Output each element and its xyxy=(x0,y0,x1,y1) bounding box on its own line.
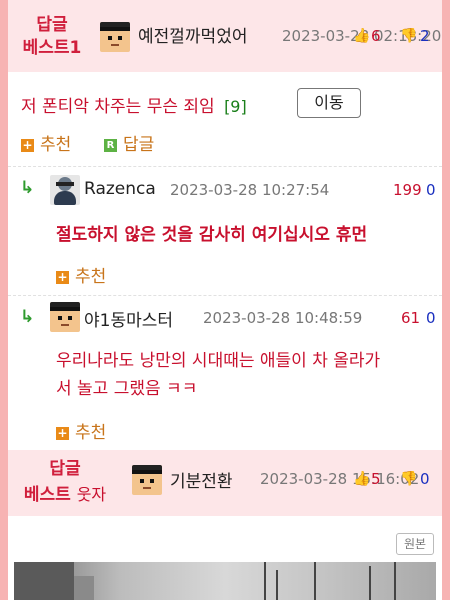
reply-down-count: 0 xyxy=(426,181,436,199)
thumb-down-icon-glyph: 👎 xyxy=(400,28,418,44)
avatar[interactable] xyxy=(50,302,80,332)
avatar[interactable] xyxy=(132,465,162,495)
thumb-down-icon-glyph: 👎 xyxy=(400,471,418,487)
recommend-label: 추천 xyxy=(40,135,72,155)
reply-up-count: 199 xyxy=(393,181,422,199)
reply-date: 2023-03-28 10:27:54 xyxy=(170,181,330,199)
best-date: 2023-03-28 15:16:02 xyxy=(260,470,420,488)
avatar[interactable] xyxy=(100,22,130,52)
recommend-button[interactable]: + 추천 xyxy=(56,418,106,443)
thumb-up-icon-glyph: 👍 xyxy=(353,28,371,44)
divider xyxy=(8,166,442,167)
post-title-text[interactable]: 저 폰티악 차주는 무슨 죄임 xyxy=(21,97,215,117)
thumb-up-icon[interactable]: 👍 xyxy=(353,471,370,487)
reply-button[interactable]: R 답글 xyxy=(104,130,154,155)
thumb-down-icon[interactable]: 👎 xyxy=(400,471,417,487)
best-label-line1: 답글 xyxy=(36,15,68,35)
best-label-extra: 웃자 xyxy=(76,485,107,504)
reply-text-line2: 서 놀고 그랬음 ㅋㅋ xyxy=(56,379,198,399)
reply-up-count: 61 xyxy=(401,309,421,327)
reply-arrow-icon: ↳ xyxy=(20,178,35,198)
original-image-button[interactable]: 원본 xyxy=(396,533,434,555)
avatar[interactable] xyxy=(50,175,80,205)
reply-nickname[interactable]: 야1동마스터 xyxy=(84,306,173,331)
recommend-button[interactable]: + 추천 xyxy=(56,262,106,287)
plus-icon: + xyxy=(56,269,69,284)
reply-text: 우리나라도 낭만의 시대때는 애들이 차 올라가 서 놀고 그랬음 ㅋㅋ xyxy=(56,347,380,403)
best-label: 답글 베스트 웃자 xyxy=(20,456,110,508)
best-down-count: 0 xyxy=(420,470,430,488)
best-label: 답글 베스트1 xyxy=(20,14,84,60)
recommend-label: 추천 xyxy=(75,267,107,287)
reply-arrow-icon: ↳ xyxy=(20,307,35,327)
post-title[interactable]: 저 폰티악 차주는 무슨 죄임 [9] xyxy=(21,92,247,117)
comment-panel: 답글 베스트1 예전껄까먹었어 2023-03-28 02:13:20 👍 6 … xyxy=(8,0,442,600)
reply-down-count: 0 xyxy=(426,309,436,327)
reply-nickname[interactable]: Razenca xyxy=(84,179,156,199)
reply-text-line1: 우리나라도 낭만의 시대때는 애들이 차 올라가 xyxy=(56,351,381,371)
thumb-up-icon-glyph: 👍 xyxy=(353,471,371,487)
thumb-down-icon[interactable]: 👎 xyxy=(400,28,417,44)
recommend-label: 추천 xyxy=(75,423,107,443)
attached-photo[interactable] xyxy=(14,562,436,600)
best-down-count: 2 xyxy=(420,27,430,45)
best-nickname[interactable]: 예전껄까먹었어 xyxy=(138,22,247,47)
reply-text: 절도하지 않은 것을 감사히 여기십시오 휴먼 xyxy=(56,225,368,245)
thumb-up-icon[interactable]: 👍 xyxy=(353,28,370,44)
comment-count: [9] xyxy=(224,97,247,116)
plus-icon: + xyxy=(21,137,34,152)
recommend-button[interactable]: + 추천 xyxy=(21,130,71,155)
divider xyxy=(8,295,442,296)
best-label-line1: 답글 xyxy=(49,459,81,479)
best-nickname[interactable]: 기분전환 xyxy=(170,467,233,492)
reply-icon: R xyxy=(104,138,117,152)
reply-date: 2023-03-28 10:48:59 xyxy=(203,309,363,327)
reply-label: 답글 xyxy=(123,135,155,155)
best-label-line2: 베스트1 xyxy=(22,38,82,58)
best-up-count: 6 xyxy=(371,27,381,45)
best-up-count: 5 xyxy=(371,470,381,488)
best-label-line2: 베스트 xyxy=(23,485,71,505)
move-button[interactable]: 이동 xyxy=(297,88,361,118)
plus-icon: + xyxy=(56,425,69,440)
